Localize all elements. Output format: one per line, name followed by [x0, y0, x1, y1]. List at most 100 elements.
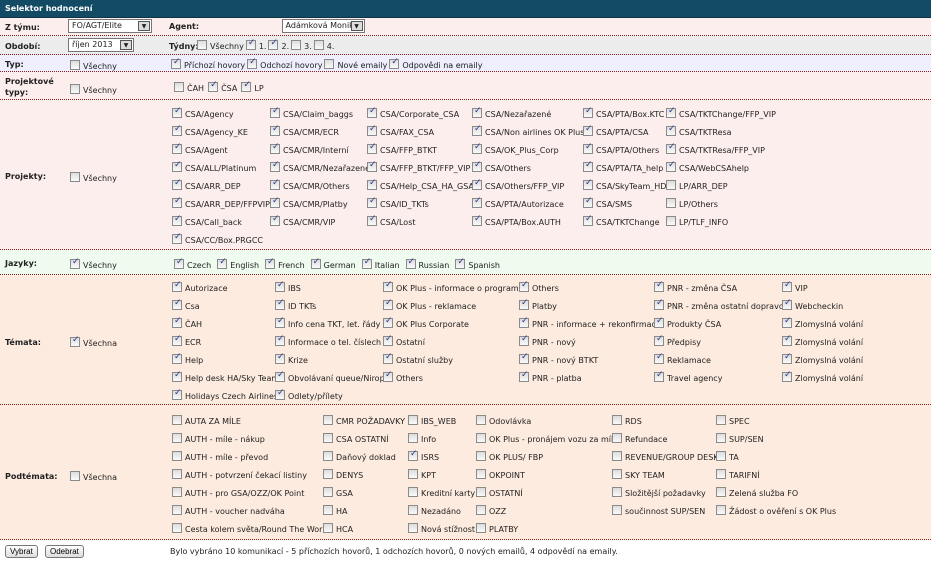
- checkbox-option[interactable]: PNR - změna ostatní dopravci: [654, 298, 785, 311]
- checkbox-checked-icon[interactable]: [383, 316, 393, 328]
- checkbox-option[interactable]: OK Plus - reklamace: [383, 298, 476, 311]
- checkbox-option[interactable]: CSA/CMR/Nezařazené: [270, 160, 370, 173]
- checkbox-checked-icon[interactable]: [172, 142, 182, 154]
- checkbox-option[interactable]: 1.: [245, 38, 266, 51]
- checkbox-unchecked-icon[interactable]: [172, 469, 182, 479]
- checkbox-option[interactable]: OK Plus Corporate: [383, 316, 469, 329]
- checkbox-unchecked-icon[interactable]: [323, 487, 333, 497]
- checkbox-checked-icon[interactable]: [217, 257, 228, 269]
- checkbox-checked-icon[interactable]: [171, 57, 181, 69]
- checkbox-option[interactable]: Předpisy: [654, 334, 701, 347]
- checkbox-checked-icon[interactable]: [519, 352, 529, 364]
- checkbox-checked-icon[interactable]: [241, 80, 252, 92]
- checkbox-unchecked-icon[interactable]: [716, 505, 726, 515]
- checkbox-option[interactable]: KPT: [408, 469, 436, 480]
- checkbox-option[interactable]: HA: [323, 505, 348, 516]
- checkbox-unchecked-icon[interactable]: [666, 180, 676, 190]
- checkbox-option[interactable]: Holidays Czech Airlines: [172, 388, 278, 401]
- checkbox-option[interactable]: Others: [519, 280, 559, 293]
- checkbox-option[interactable]: Cesta kolem světa/Round The World: [172, 523, 330, 534]
- checkbox-checked-icon[interactable]: [172, 124, 182, 136]
- checkbox-option[interactable]: CSA/PTA/Box.KTC: [583, 106, 664, 119]
- checkbox-option[interactable]: CSA/Lost: [367, 214, 416, 227]
- checkbox-checked-icon[interactable]: [782, 316, 792, 328]
- checkbox-option[interactable]: Všechny: [70, 257, 117, 270]
- checkbox-option[interactable]: Nezadáno: [408, 505, 461, 516]
- checkbox-option[interactable]: SKY TEAM: [612, 469, 665, 480]
- checkbox-checked-icon[interactable]: [270, 178, 280, 190]
- checkbox-option[interactable]: Příchozí hovory: [171, 57, 245, 70]
- checkbox-checked-icon[interactable]: [472, 160, 482, 172]
- checkbox-checked-icon[interactable]: [70, 257, 80, 269]
- checkbox-option[interactable]: Zlomyslná volání: [782, 370, 863, 383]
- checkbox-unchecked-icon[interactable]: [172, 523, 182, 533]
- checkbox-unchecked-icon[interactable]: [197, 40, 207, 50]
- checkbox-option[interactable]: Info: [408, 433, 436, 444]
- checkbox-checked-icon[interactable]: [654, 316, 664, 328]
- checkbox-unchecked-icon[interactable]: [408, 523, 418, 533]
- checkbox-option[interactable]: Csa: [172, 298, 200, 311]
- checkbox-checked-icon[interactable]: [782, 370, 792, 382]
- checkbox-option[interactable]: Ostatní služby: [383, 352, 453, 365]
- checkbox-option[interactable]: ČAH: [174, 82, 204, 93]
- checkbox-unchecked-icon[interactable]: [408, 487, 418, 497]
- checkbox-unchecked-icon[interactable]: [612, 415, 622, 425]
- checkbox-unchecked-icon[interactable]: [172, 433, 182, 443]
- checkbox-option[interactable]: OSTATNÍ: [476, 487, 523, 498]
- checkbox-unchecked-icon[interactable]: [324, 59, 335, 69]
- checkbox-option[interactable]: Help: [172, 352, 203, 365]
- checkbox-unchecked-icon[interactable]: [612, 469, 622, 479]
- checkbox-option[interactable]: CSA/Non airlines OK Plus: [472, 124, 584, 137]
- checkbox-unchecked-icon[interactable]: [666, 216, 676, 226]
- checkbox-option[interactable]: PNR - změna ČSA: [654, 280, 737, 293]
- period-select[interactable]: říjen 2013 ▼: [68, 38, 134, 52]
- checkbox-unchecked-icon[interactable]: [172, 451, 182, 461]
- checkbox-unchecked-icon[interactable]: [408, 415, 418, 425]
- checkbox-unchecked-icon[interactable]: [291, 40, 302, 50]
- checkbox-option[interactable]: CSA/PTA/Box.AUTH: [472, 214, 561, 227]
- checkbox-unchecked-icon[interactable]: [716, 415, 726, 425]
- checkbox-unchecked-icon[interactable]: [172, 487, 182, 497]
- checkbox-option[interactable]: CSA/Call_back: [172, 214, 242, 227]
- checkbox-checked-icon[interactable]: [247, 57, 258, 69]
- checkbox-option[interactable]: CSA/CMR/VIP: [270, 214, 335, 227]
- checkbox-unchecked-icon[interactable]: [323, 415, 333, 425]
- checkbox-option[interactable]: CSA/ALL/Platinum: [172, 160, 256, 173]
- checkbox-unchecked-icon[interactable]: [70, 172, 80, 182]
- checkbox-option[interactable]: SPEC: [716, 415, 750, 426]
- checkbox-option[interactable]: AUTH - míle - nákup: [172, 433, 265, 444]
- checkbox-checked-icon[interactable]: [383, 334, 393, 346]
- checkbox-checked-icon[interactable]: [472, 214, 482, 226]
- checkbox-checked-icon[interactable]: [361, 257, 372, 269]
- checkbox-option[interactable]: PNR - nový BTKT: [519, 352, 598, 365]
- checkbox-checked-icon[interactable]: [583, 106, 593, 118]
- checkbox-option[interactable]: PNR - platba: [519, 370, 582, 383]
- checkbox-checked-icon[interactable]: [172, 232, 182, 244]
- checkbox-option[interactable]: German: [310, 257, 356, 270]
- checkbox-option[interactable]: Travel agency: [654, 370, 722, 383]
- checkbox-option[interactable]: CSA/TKTChange: [583, 214, 660, 227]
- checkbox-checked-icon[interactable]: [172, 214, 182, 226]
- checkbox-option[interactable]: Nové emaily: [324, 59, 387, 70]
- checkbox-option[interactable]: Odpovědi na emaily: [389, 57, 483, 70]
- checkbox-unchecked-icon[interactable]: [323, 505, 333, 515]
- checkbox-checked-icon[interactable]: [666, 142, 676, 154]
- checkbox-unchecked-icon[interactable]: [172, 415, 182, 425]
- checkbox-option[interactable]: CSA/Nezařazené: [472, 106, 551, 119]
- checkbox-option[interactable]: Daňový doklad: [323, 451, 396, 462]
- checkbox-option[interactable]: Obvolávaní queue/Nirop: [275, 370, 385, 383]
- checkbox-option[interactable]: Odlety/přílety: [275, 388, 343, 401]
- checkbox-option[interactable]: CSA/TKTChange/FFP_VIP: [666, 106, 776, 119]
- checkbox-option[interactable]: LP/Others: [666, 198, 718, 209]
- checkbox-checked-icon[interactable]: [270, 160, 280, 172]
- checkbox-option[interactable]: CSA/FFP_BTKT/FFP_VIP: [367, 160, 470, 173]
- checkbox-checked-icon[interactable]: [310, 257, 321, 269]
- checkbox-unchecked-icon[interactable]: [612, 505, 622, 515]
- checkbox-option[interactable]: Zlomyslná volání: [782, 352, 863, 365]
- checkbox-checked-icon[interactable]: [383, 370, 393, 382]
- checkbox-option[interactable]: Zelená služba FO: [716, 487, 798, 498]
- checkbox-option[interactable]: CSA/FAX_CSA: [367, 124, 434, 137]
- checkbox-option[interactable]: CSA/PTA/Autorizace: [472, 196, 564, 209]
- checkbox-checked-icon[interactable]: [666, 160, 676, 172]
- checkbox-option[interactable]: CSA/PTA/CSA: [583, 124, 649, 137]
